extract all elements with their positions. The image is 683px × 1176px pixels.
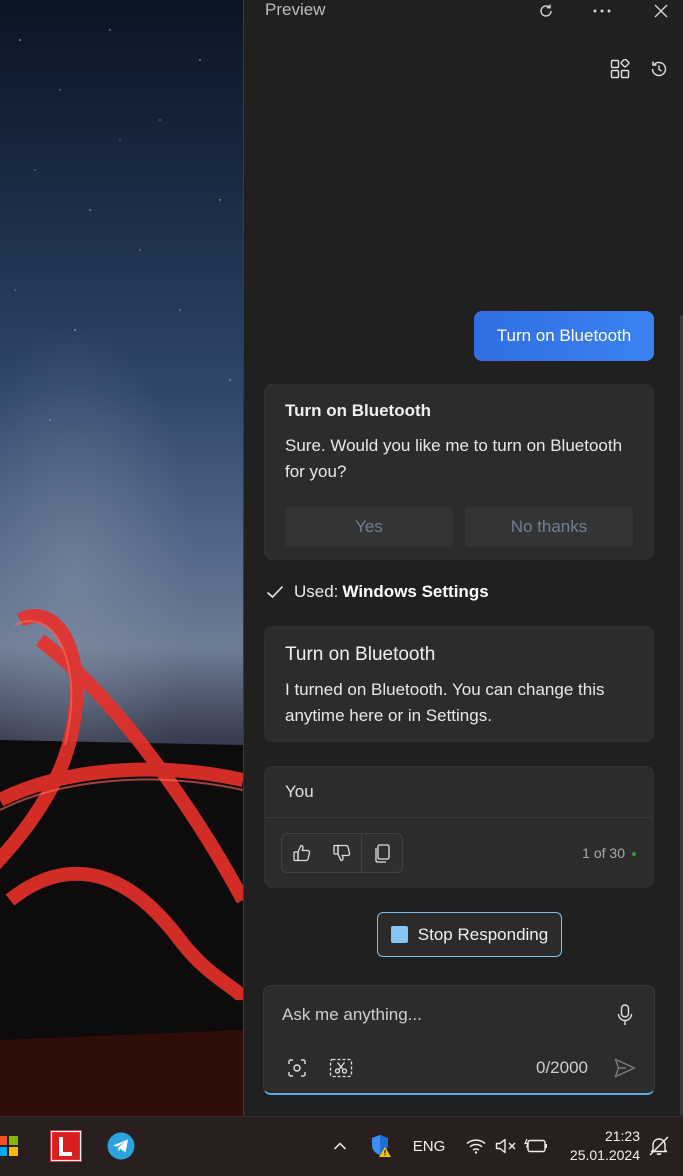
clock-date: 25.01.2024 xyxy=(569,1147,640,1163)
send-icon[interactable] xyxy=(612,1056,638,1080)
divider xyxy=(265,817,653,818)
response-card: You 1 of 30 xyxy=(264,766,654,888)
notifications-icon[interactable] xyxy=(648,1133,670,1159)
title-bar: Preview xyxy=(244,0,683,26)
security-warning-icon[interactable] xyxy=(369,1133,393,1159)
no-thanks-button[interactable]: No thanks xyxy=(465,507,633,547)
result-card-title: Turn on Bluetooth xyxy=(285,644,436,665)
telegram-icon[interactable] xyxy=(105,1130,137,1162)
volume-muted-icon[interactable] xyxy=(494,1133,518,1159)
battery-charging-icon[interactable] xyxy=(524,1133,548,1159)
used-source-row[interactable]: Used: Windows Settings xyxy=(266,580,489,604)
snip-icon[interactable] xyxy=(328,1056,354,1080)
composer: 0/2000 xyxy=(263,985,655,1095)
result-card: Turn on Bluetooth I turned on Bluetooth.… xyxy=(264,626,654,742)
language-indicator[interactable]: ENG xyxy=(410,1133,448,1159)
status-dot xyxy=(632,852,636,856)
more-icon[interactable] xyxy=(590,0,614,22)
close-icon[interactable] xyxy=(649,0,673,22)
confirm-card: Turn on Bluetooth Sure. Would you like m… xyxy=(264,384,654,560)
used-source: Windows Settings xyxy=(342,582,489,601)
wifi-icon[interactable] xyxy=(465,1133,487,1159)
checkmark-icon xyxy=(266,585,286,599)
wallpaper-art xyxy=(0,29,243,1116)
plugins-icon[interactable] xyxy=(608,57,632,81)
stop-responding-button[interactable]: Stop Responding xyxy=(377,912,562,957)
user-message: Turn on Bluetooth xyxy=(474,311,654,361)
response-author: You xyxy=(285,782,314,801)
refresh-icon[interactable] xyxy=(534,0,558,22)
desktop-wallpaper xyxy=(0,0,243,1116)
confirm-card-title: Turn on Bluetooth xyxy=(285,401,432,420)
clock-time: 21:23 xyxy=(604,1128,640,1144)
microphone-icon[interactable] xyxy=(614,1002,636,1028)
character-count: 0/2000 xyxy=(536,1058,588,1077)
yes-button[interactable]: Yes xyxy=(285,507,453,547)
feedback-group xyxy=(281,833,403,873)
confirm-card-body: Sure. Would you like me to turn on Bluet… xyxy=(285,436,623,481)
clock[interactable]: 21:23 25.01.2024 xyxy=(566,1127,640,1165)
window-title: Preview xyxy=(265,0,326,19)
used-prefix: Used: xyxy=(294,582,339,601)
stop-icon xyxy=(390,926,408,943)
copilot-panel: Preview Turn on Bluetooth Turn on Blueto… xyxy=(243,0,683,1116)
chevron-up-icon[interactable] xyxy=(330,1133,350,1159)
response-counter: 1 of 30 xyxy=(582,845,625,861)
copy-icon[interactable] xyxy=(362,834,402,872)
l-app-icon[interactable] xyxy=(50,1130,82,1162)
ask-input[interactable] xyxy=(282,1002,612,1028)
thumbs-down-icon[interactable] xyxy=(322,834,362,872)
stop-responding-label: Stop Responding xyxy=(417,924,549,944)
screenshot-icon[interactable] xyxy=(284,1056,310,1080)
history-icon[interactable] xyxy=(647,57,671,81)
taskbar: ENG 21:23 25.01.2024 xyxy=(0,1116,683,1176)
result-card-body: I turned on Bluetooth. You can change th… xyxy=(285,680,605,725)
start-icon[interactable] xyxy=(0,1130,24,1162)
thumbs-up-icon[interactable] xyxy=(282,834,322,872)
